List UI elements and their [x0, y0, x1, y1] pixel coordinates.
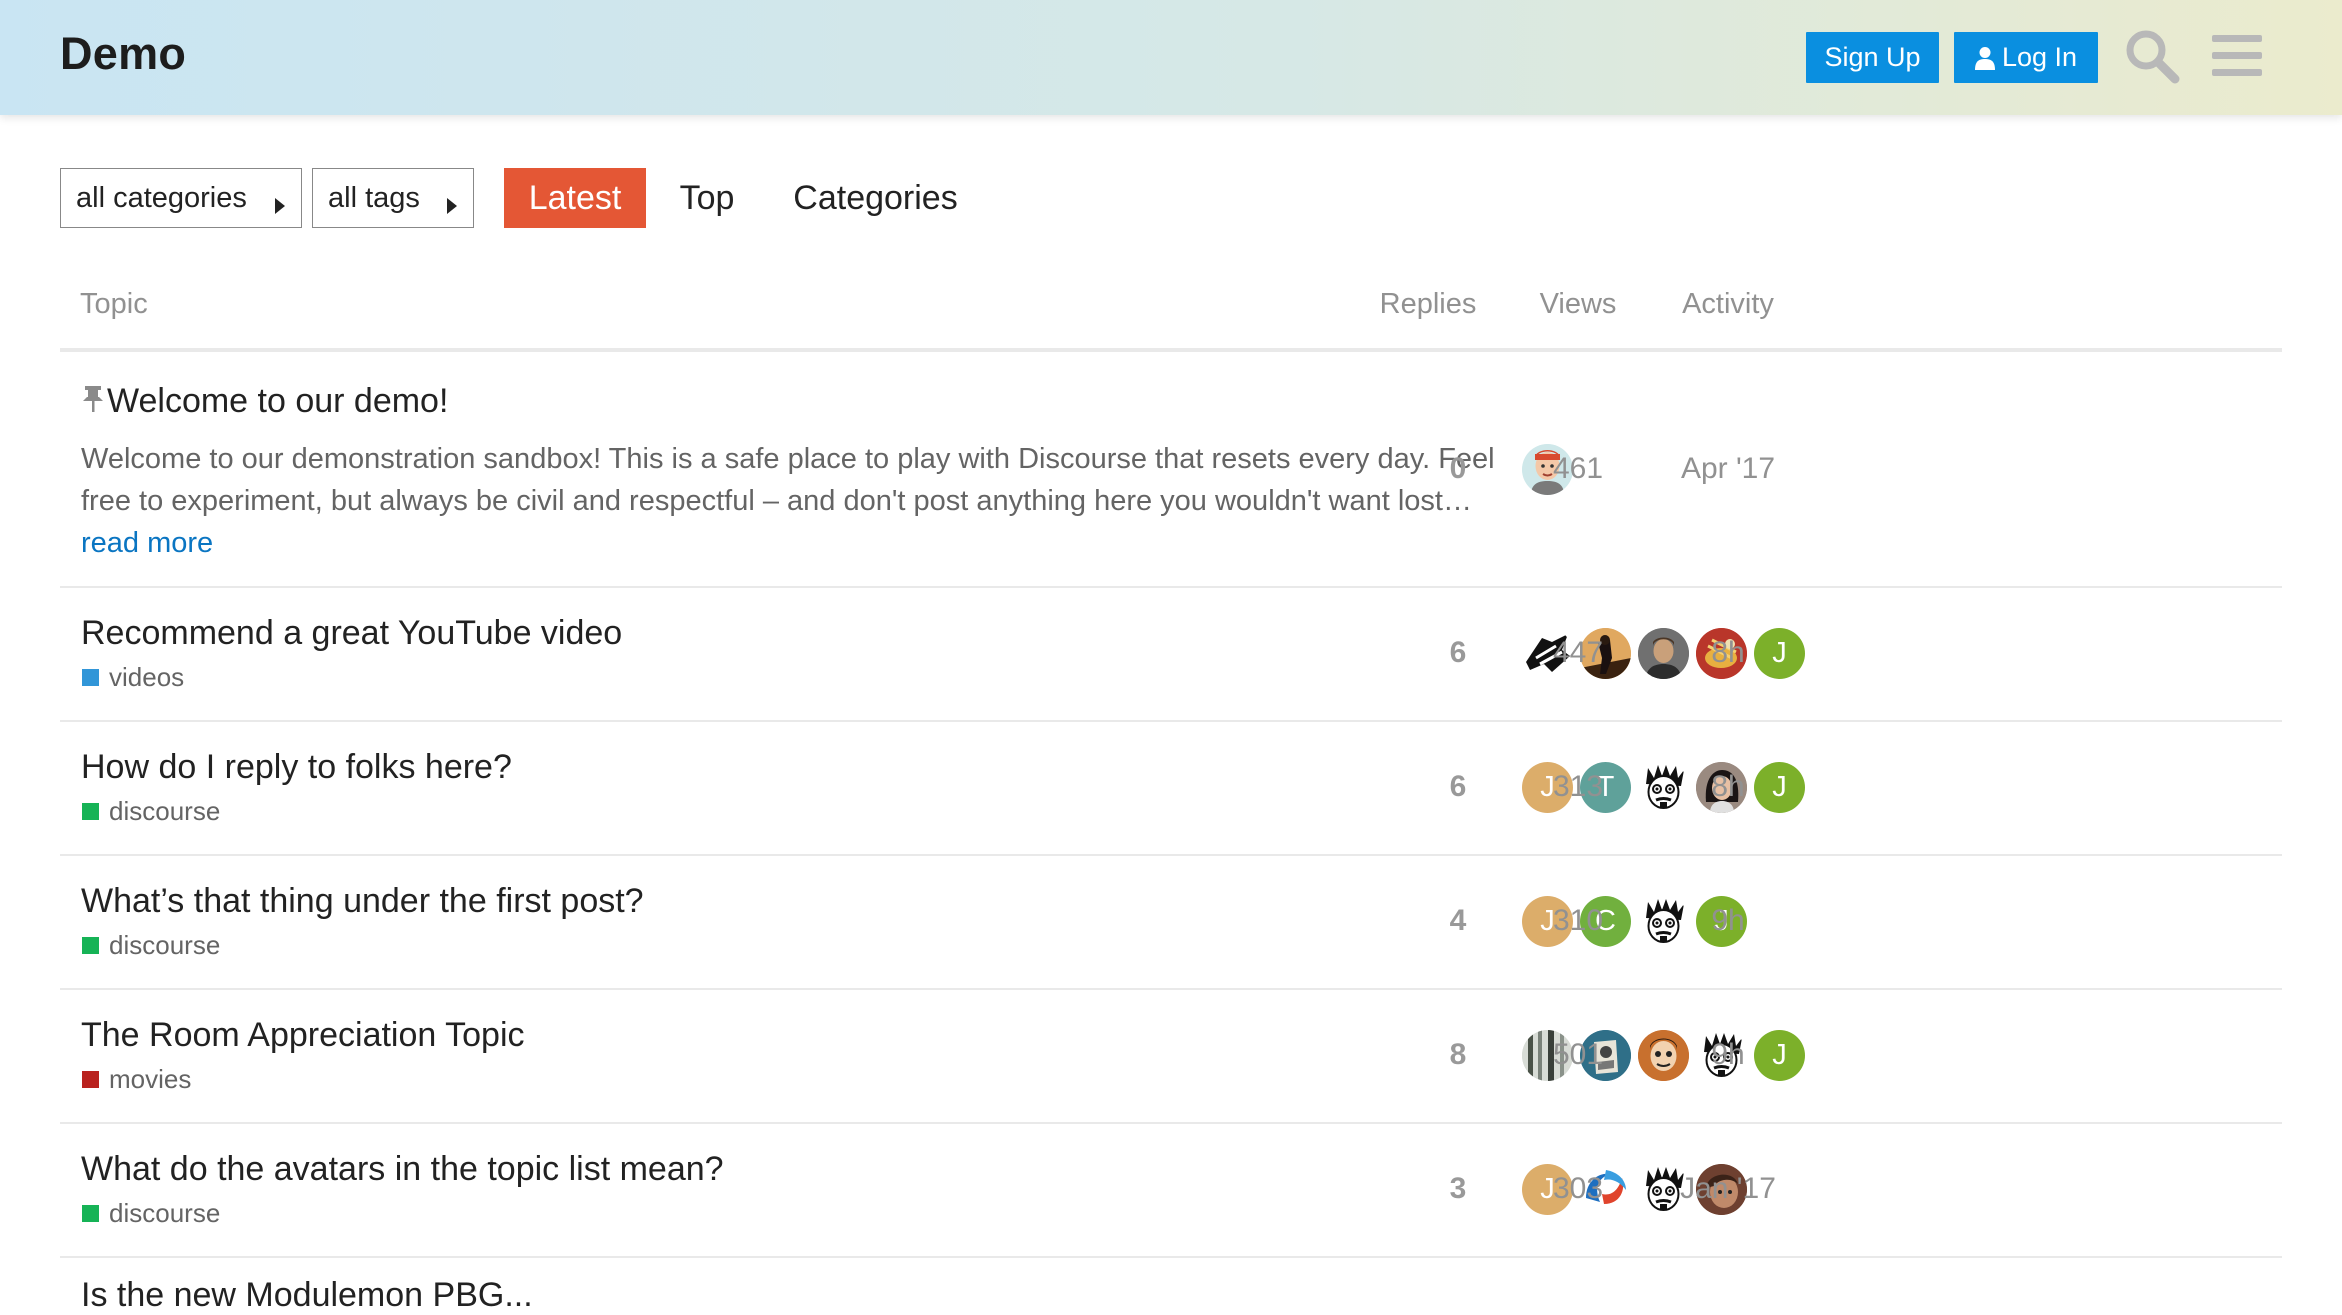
category-badge[interactable]: discourse [82, 1198, 220, 1229]
table-row: The Room Appreciation Topic movies J 8 5… [60, 990, 2282, 1124]
category-name: videos [109, 662, 185, 692]
caret-right-icon [274, 190, 286, 223]
category-name: discourse [109, 930, 221, 960]
topic-title-link[interactable]: Welcome to our demo! [81, 382, 448, 421]
topic-list-header: Topic Replies Views Activity [60, 270, 2282, 352]
category-badge[interactable]: movies [82, 1064, 191, 1095]
category-badge[interactable]: videos [82, 662, 184, 693]
topic-title[interactable]: What do the avatars in the topic list me… [81, 1150, 724, 1189]
log-in-label: Log In [2001, 42, 2078, 72]
activity-time[interactable]: 8h [1628, 636, 1828, 670]
category-swatch [82, 803, 99, 820]
activity-time[interactable]: 9h [1628, 1038, 1828, 1072]
topic-title[interactable]: What’s that thing under the first post? [81, 882, 644, 921]
tag-dropdown-label: all tags [328, 181, 420, 214]
topic-excerpt-text: Welcome to our demonstration sandbox! Th… [81, 443, 1495, 517]
topic-title[interactable]: Recommend a great YouTube video [81, 614, 622, 653]
site-header: Demo Sign Up Log In [0, 0, 2342, 115]
category-dropdown[interactable]: all categories [60, 168, 302, 228]
column-replies[interactable]: Replies [1348, 288, 1508, 321]
topic-title: Welcome to our demo! [107, 382, 449, 420]
topic-title[interactable]: The Room Appreciation Topic [81, 1016, 525, 1055]
user-icon [1974, 46, 1995, 70]
log-in-button[interactable]: Log In [1954, 32, 2098, 83]
table-row: Welcome to our demo! Welcome to our demo… [60, 352, 2282, 588]
table-row: How do I reply to folks here? discourse … [60, 722, 2282, 856]
category-swatch [82, 1205, 99, 1222]
activity-time[interactable]: 8h [1628, 770, 1828, 804]
tag-dropdown[interactable]: all tags [312, 168, 474, 228]
topic-excerpt: Welcome to our demonstration sandbox! Th… [81, 438, 1501, 564]
hamburger-menu-icon[interactable] [2212, 32, 2262, 78]
column-activity[interactable]: Activity [1628, 288, 1828, 321]
tab-categories[interactable]: Categories [778, 168, 973, 228]
topic-title[interactable]: How do I reply to folks here? [81, 748, 512, 787]
table-row: What’s that thing under the first post? … [60, 856, 2282, 990]
category-badge[interactable]: discourse [82, 796, 220, 827]
category-name: discourse [109, 1198, 221, 1228]
category-swatch [82, 1071, 99, 1088]
category-swatch [82, 937, 99, 954]
tab-top[interactable]: Top [666, 168, 748, 228]
category-dropdown-label: all categories [76, 181, 247, 214]
pin-icon [81, 384, 105, 414]
sign-up-button[interactable]: Sign Up [1806, 32, 1939, 83]
column-topic: Topic [80, 288, 148, 320]
activity-time[interactable]: Jan '17 [1628, 1172, 1828, 1206]
tab-latest[interactable]: Latest [504, 168, 646, 228]
category-badge[interactable]: discourse [82, 930, 220, 961]
read-more-link[interactable]: read more [81, 527, 213, 559]
search-icon[interactable] [2124, 28, 2180, 84]
activity-time[interactable]: 9h [1628, 904, 1828, 938]
site-title[interactable]: Demo [60, 28, 186, 80]
category-name: movies [109, 1064, 192, 1094]
activity-time[interactable]: Apr '17 [1628, 452, 1828, 486]
caret-right-icon [446, 190, 458, 223]
table-row: Recommend a great YouTube video videos J… [60, 588, 2282, 722]
category-swatch [82, 669, 99, 686]
category-name: discourse [109, 796, 221, 826]
table-row: What do the avatars in the topic list me… [60, 1124, 2282, 1258]
